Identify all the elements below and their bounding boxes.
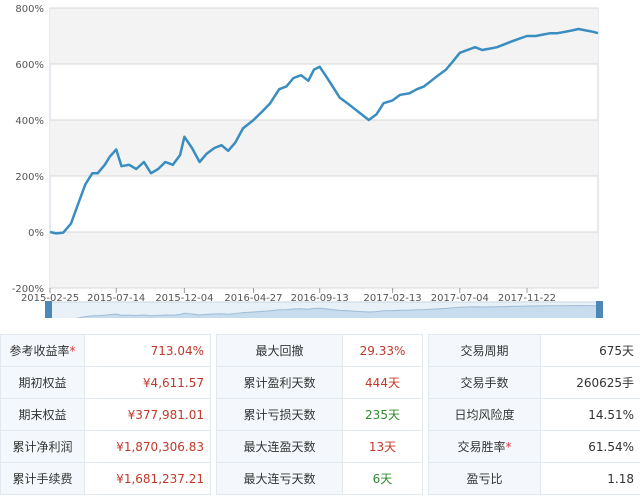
stat-label: 最大连亏天数 — [216, 462, 343, 495]
stat-label-text: 期初权益 — [18, 376, 67, 390]
stat-label: 累计亏损天数 — [216, 398, 343, 431]
stat-label-text: 期末权益 — [18, 408, 67, 422]
stat-label: 累计净利润 — [0, 430, 85, 463]
stat-label-text: 最大连盈天数 — [243, 440, 316, 454]
stat-label: 交易手数 — [428, 366, 541, 399]
stat-value: 713.04% — [84, 334, 211, 367]
statistics-table: 参考收益率* 713.04% 最大回撤 29.33% 交易周期 675天 期初权益 ¥4,61… — [0, 334, 640, 495]
stat-value: 235天 — [342, 398, 423, 431]
y-tick-label: 800% — [15, 4, 44, 15]
stat-value: ¥4,611.57 — [84, 366, 211, 399]
stats-row: 累计净利润 ¥1,870,306.83 最大连盈天数 13天 交易胜率* 61.54% — [0, 430, 640, 463]
stat-label: 期末权益 — [0, 398, 85, 431]
navigator-left-handle — [45, 301, 52, 318]
stats-row: 期初权益 ¥4,611.57 累计盈利天数 444天 交易手数 260625手 — [0, 366, 640, 399]
stat-label: 期初权益 — [0, 366, 85, 399]
y-tick-label: 400% — [15, 116, 44, 127]
stat-value: 1.18 — [540, 462, 640, 495]
stat-label-text: 参考收益率 — [9, 344, 70, 358]
equity-curve-chart: 800%600%400%200%0%-200% 2015-02-25 2015-0… — [12, 4, 603, 318]
chart-background-bands — [49, 7, 599, 289]
stat-value: ¥377,981.01 — [84, 398, 211, 431]
stat-label: 交易周期 — [428, 334, 541, 367]
stat-label-text: 盈亏比 — [466, 472, 503, 486]
stat-label: 日均风险度 — [428, 398, 541, 431]
stats-row: 期末权益 ¥377,981.01 累计亏损天数 235天 日均风险度 14.51% — [0, 398, 640, 431]
stat-label: 参考收益率* — [0, 334, 85, 367]
stat-label: 累计手续费 — [0, 462, 85, 495]
stat-label: 累计盈利天数 — [216, 366, 343, 399]
statistics-panel: 参考收益率* 713.04% 最大回撤 29.33% 交易周期 675天 期初权益 ¥4,61… — [0, 334, 640, 498]
stat-label: 交易胜率* — [428, 430, 541, 463]
stat-label-text: 日均风险度 — [454, 408, 515, 422]
stat-label-text: 累计手续费 — [12, 472, 73, 486]
y-axis-labels: 800%600%400%200%0%-200% — [12, 4, 44, 295]
stat-label: 最大连盈天数 — [216, 430, 343, 463]
stat-value: ¥1,681,237.21 — [84, 462, 211, 495]
stat-label-text: 交易胜率 — [457, 440, 506, 454]
plot-band — [50, 8, 598, 64]
stat-label: 最大回撤 — [216, 334, 343, 367]
y-tick-label: 200% — [15, 172, 44, 183]
asterisk-marker: * — [69, 344, 76, 358]
stat-label-text: 累计亏损天数 — [243, 408, 316, 422]
range-navigator[interactable] — [45, 301, 603, 318]
asterisk-marker: * — [505, 440, 512, 454]
stat-label: 盈亏比 — [428, 462, 541, 495]
stat-value: 6天 — [342, 462, 423, 495]
plot-band — [50, 232, 598, 288]
stat-value: 61.54% — [540, 430, 640, 463]
stat-value: 260625手 — [540, 366, 640, 399]
stats-row: 累计手续费 ¥1,681,237.21 最大连亏天数 6天 盈亏比 1.18 — [0, 462, 640, 495]
stat-label-text: 最大连亏天数 — [243, 472, 316, 486]
stat-value: 444天 — [342, 366, 423, 399]
stat-value: 675天 — [540, 334, 640, 367]
stat-label-text: 交易手数 — [460, 376, 509, 390]
y-tick-label: 0% — [28, 228, 44, 239]
stat-label-text: 最大回撤 — [255, 344, 304, 358]
stat-label-text: 累计净利润 — [12, 440, 73, 454]
stat-value: ¥1,870,306.83 — [84, 430, 211, 463]
navigator-right-handle — [596, 301, 603, 318]
stat-value: 29.33% — [342, 334, 423, 367]
stat-label-text: 交易周期 — [460, 344, 509, 358]
y-tick-label: 600% — [15, 60, 44, 71]
stat-label-text: 累计盈利天数 — [243, 376, 316, 390]
stat-value: 14.51% — [540, 398, 640, 431]
stat-value: 13天 — [342, 430, 423, 463]
stats-row: 参考收益率* 713.04% 最大回撤 29.33% 交易周期 675天 — [0, 334, 640, 367]
